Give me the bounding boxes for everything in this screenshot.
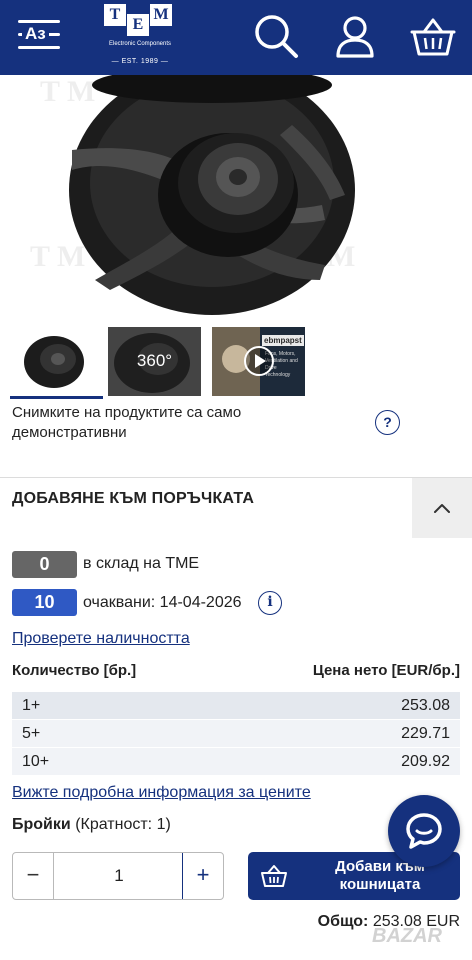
price-table: 1+ 253.08 5+ 229.71 10+ 209.92 bbox=[12, 692, 460, 776]
fan-thumbnail-image bbox=[24, 336, 84, 388]
menu-button[interactable]: Аз bbox=[16, 12, 62, 58]
product-main-image[interactable]: T M T M T M bbox=[0, 75, 472, 320]
quantity-column-header: Количество [бр.] bbox=[12, 662, 137, 679]
360-label: 360° bbox=[136, 351, 173, 370]
price-qty: 10+ bbox=[22, 753, 50, 770]
language-label: Аз bbox=[22, 25, 49, 43]
fan-impeller-image bbox=[69, 75, 355, 315]
price-value: 209.92 bbox=[401, 753, 450, 770]
quantity-input[interactable] bbox=[55, 853, 183, 899]
logo-est: — EST. 1989 — bbox=[111, 58, 169, 65]
quantity-stepper: − + bbox=[12, 852, 224, 900]
price-row: 5+ 229.71 bbox=[12, 720, 460, 748]
play-icon bbox=[244, 346, 274, 376]
thumbnail-video[interactable]: ebmpapst Fans, Motors, Ventilation and D… bbox=[212, 327, 305, 396]
expected-count-badge: 10 bbox=[12, 589, 77, 616]
price-qty: 1+ bbox=[22, 697, 41, 714]
price-qty: 5+ bbox=[22, 725, 41, 742]
order-section-title: ДОБАВЯНЕ КЪМ ПОРЪЧКАТА bbox=[12, 490, 255, 507]
hamburger-icon bbox=[18, 20, 60, 23]
search-icon bbox=[255, 15, 298, 58]
bazar-watermark: BAZAR bbox=[372, 925, 442, 947]
info-icon[interactable]: i bbox=[258, 591, 282, 615]
increase-button[interactable]: + bbox=[182, 853, 223, 899]
chevron-up-icon bbox=[434, 504, 450, 513]
logo-letter: M bbox=[150, 4, 172, 26]
chat-button[interactable] bbox=[388, 795, 460, 867]
price-value: 229.71 bbox=[401, 725, 450, 742]
price-details-link[interactable]: Вижте подробна информация за цените bbox=[12, 784, 311, 802]
units-label: Бройки (Кратност: 1) bbox=[12, 816, 171, 834]
basket-icon bbox=[261, 865, 287, 887]
thumbnail-photo[interactable] bbox=[10, 327, 103, 399]
expected-label: очаквани: 14-04-2026 bbox=[83, 594, 242, 611]
decrease-button[interactable]: − bbox=[13, 853, 54, 899]
user-icon bbox=[336, 16, 374, 58]
tme-logo[interactable]: T E M Electronic Components — EST. 1989 … bbox=[100, 2, 176, 68]
video-brand: ebmpapst bbox=[262, 335, 304, 346]
units-multiplicity: (Кратност: 1) bbox=[75, 816, 171, 833]
help-button[interactable]: ? bbox=[375, 410, 400, 435]
cart-button[interactable] bbox=[408, 12, 458, 62]
top-header: Аз T E M Electronic Components — EST. 19… bbox=[0, 0, 472, 75]
price-value: 253.08 bbox=[401, 697, 450, 714]
search-button[interactable] bbox=[252, 12, 302, 62]
logo-letter: E bbox=[127, 14, 149, 36]
total-label: Общо: bbox=[317, 913, 369, 930]
stock-label: в склад на TME bbox=[83, 555, 200, 572]
thumbnail-360-view[interactable]: 360° bbox=[108, 327, 201, 396]
chat-bubble-icon bbox=[406, 813, 442, 849]
section-divider bbox=[0, 477, 472, 478]
basket-icon bbox=[410, 18, 456, 56]
check-availability-link[interactable]: Проверете наличността bbox=[12, 630, 190, 648]
collapse-section-button[interactable] bbox=[412, 478, 472, 538]
image-disclaimer: Снимките на продуктите са само демонстра… bbox=[12, 404, 242, 441]
account-button[interactable] bbox=[330, 12, 380, 62]
stock-count-badge: 0 bbox=[12, 551, 77, 578]
units-title: Бройки bbox=[12, 816, 71, 833]
price-row: 10+ 209.92 bbox=[12, 748, 460, 776]
logo-subtitle: Electronic Components bbox=[108, 41, 172, 47]
logo-letter: T bbox=[104, 4, 126, 26]
price-row: 1+ 253.08 bbox=[12, 692, 460, 720]
price-column-header: Цена нето [EUR/бр.] bbox=[312, 662, 460, 679]
